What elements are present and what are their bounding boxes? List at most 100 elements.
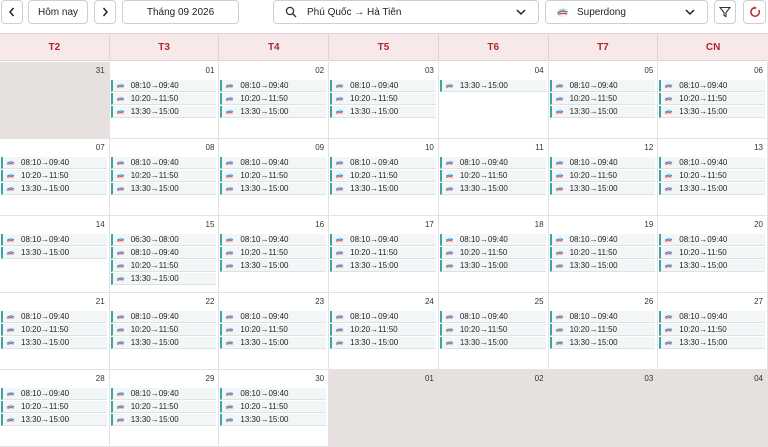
trip-item[interactable]: 08:10→09:40 (659, 234, 765, 246)
trip-item[interactable]: 10:20→11:50 (1, 324, 107, 336)
trip-item[interactable]: 13:30→15:00 (110, 414, 217, 426)
trip-item[interactable]: 08:10→09:40 (110, 311, 217, 323)
month-picker-button[interactable]: Tháng 09 2026 (122, 0, 239, 24)
trip-item[interactable]: 10:20→11:50 (110, 170, 217, 182)
calendar-day[interactable]: 03 08:10→09:40 10:20→11:50 13:30→15:00 (329, 62, 439, 139)
calendar-day[interactable]: 28 08:10→09:40 10:20→11:50 13:30→15:00 (0, 370, 110, 447)
prev-month-button[interactable] (1, 0, 23, 24)
trip-item[interactable]: 13:30→15:00 (1, 414, 107, 426)
calendar-day[interactable]: 21 08:10→09:40 10:20→11:50 13:30→15:00 (0, 293, 110, 370)
trip-item[interactable]: 08:10→09:40 (439, 234, 546, 246)
trip-item[interactable]: 08:10→09:40 (1, 388, 107, 400)
calendar-day-other-month[interactable]: 02 (438, 370, 549, 447)
trip-item[interactable]: 08:10→09:40 (1, 234, 107, 246)
calendar-day[interactable]: 27 08:10→09:40 10:20→11:50 13:30→15:00 (658, 293, 768, 370)
trip-item[interactable]: 08:10→09:40 (439, 157, 546, 169)
trip-item[interactable]: 10:20→11:50 (1, 401, 107, 413)
trip-item[interactable]: 08:10→09:40 (330, 80, 436, 92)
trip-item[interactable]: 08:10→09:40 (110, 388, 217, 400)
trip-item[interactable]: 13:30→15:00 (439, 80, 546, 92)
trip-item[interactable]: 13:30→15:00 (220, 337, 327, 349)
trip-item[interactable]: 13:30→15:00 (1, 247, 107, 259)
calendar-day[interactable]: 17 08:10→09:40 10:20→11:50 13:30→15:00 (329, 216, 439, 293)
trip-item[interactable]: 10:20→11:50 (330, 247, 436, 259)
calendar-day[interactable]: 10 08:10→09:40 10:20→11:50 13:30→15:00 (329, 139, 439, 216)
calendar-day[interactable]: 19 08:10→09:40 10:20→11:50 13:30→15:00 (548, 216, 659, 293)
trip-item[interactable]: 13:30→15:00 (439, 260, 546, 272)
trip-item[interactable]: 10:20→11:50 (1, 170, 107, 182)
trip-item[interactable]: 10:20→11:50 (220, 324, 327, 336)
calendar-day-other-month[interactable]: 03 (548, 370, 659, 447)
calendar-day[interactable]: 24 08:10→09:40 10:20→11:50 13:30→15:00 (329, 293, 439, 370)
trip-item[interactable]: 08:10→09:40 (659, 311, 765, 323)
trip-item[interactable]: 08:10→09:40 (220, 157, 327, 169)
trip-item[interactable]: 13:30→15:00 (220, 260, 327, 272)
calendar-day[interactable]: 12 08:10→09:40 10:20→11:50 13:30→15:00 (548, 139, 659, 216)
trip-item[interactable]: 13:30→15:00 (1, 337, 107, 349)
trip-item[interactable]: 10:20→11:50 (659, 93, 765, 105)
calendar-day[interactable]: 02 08:10→09:40 10:20→11:50 13:30→15:00 (219, 62, 330, 139)
calendar-day[interactable]: 25 08:10→09:40 10:20→11:50 13:30→15:00 (438, 293, 549, 370)
trip-item[interactable]: 08:10→09:40 (439, 311, 546, 323)
trip-item[interactable]: 13:30→15:00 (439, 337, 546, 349)
refresh-button[interactable] (743, 0, 766, 24)
trip-item[interactable]: 13:30→15:00 (330, 106, 436, 118)
trip-item[interactable]: 10:20→11:50 (110, 401, 217, 413)
trip-item[interactable]: 10:20→11:50 (110, 260, 217, 272)
next-month-button[interactable] (94, 0, 116, 24)
trip-item[interactable]: 13:30→15:00 (549, 260, 656, 272)
trip-item[interactable]: 13:30→15:00 (110, 337, 217, 349)
route-select[interactable]: Phú Quốc → Hà Tiên (273, 0, 539, 24)
trip-item[interactable]: 13:30→15:00 (110, 106, 217, 118)
trip-item[interactable]: 10:20→11:50 (549, 170, 656, 182)
calendar-day[interactable]: 05 08:10→09:40 10:20→11:50 13:30→15:00 (548, 62, 659, 139)
calendar-day[interactable]: 14 08:10→09:40 13:30→15:00 (0, 216, 110, 293)
trip-item[interactable]: 10:20→11:50 (110, 93, 217, 105)
trip-item[interactable]: 13:30→15:00 (549, 337, 656, 349)
calendar-day[interactable]: 07 08:10→09:40 10:20→11:50 13:30→15:00 (0, 139, 110, 216)
trip-item[interactable]: 13:30→15:00 (1, 183, 107, 195)
trip-item[interactable]: 13:30→15:00 (110, 273, 217, 285)
trip-item[interactable]: 08:10→09:40 (330, 234, 436, 246)
trip-item[interactable]: 13:30→15:00 (549, 106, 656, 118)
trip-item[interactable]: 13:30→15:00 (439, 183, 546, 195)
today-button[interactable]: Hôm nay (28, 0, 88, 24)
calendar-day[interactable]: 01 08:10→09:40 10:20→11:50 13:30→15:00 (109, 62, 220, 139)
filter-button[interactable] (714, 0, 736, 24)
trip-item[interactable]: 08:10→09:40 (549, 80, 656, 92)
trip-item[interactable]: 08:10→09:40 (110, 80, 217, 92)
trip-item[interactable]: 08:10→09:40 (549, 157, 656, 169)
trip-item[interactable]: 13:30→15:00 (110, 183, 217, 195)
trip-item[interactable]: 13:30→15:00 (330, 260, 436, 272)
trip-item[interactable]: 08:10→09:40 (220, 234, 327, 246)
calendar-day[interactable]: 30 08:10→09:40 10:20→11:50 13:30→15:00 (219, 370, 330, 447)
trip-item[interactable]: 08:10→09:40 (330, 157, 436, 169)
trip-item[interactable]: 10:20→11:50 (220, 401, 327, 413)
trip-item[interactable]: 10:20→11:50 (220, 93, 327, 105)
trip-item[interactable]: 08:10→09:40 (1, 311, 107, 323)
trip-item[interactable]: 08:10→09:40 (110, 247, 217, 259)
trip-item[interactable]: 10:20→11:50 (549, 324, 656, 336)
calendar-day-other-month[interactable]: 04 (658, 370, 768, 447)
trip-item[interactable]: 10:20→11:50 (549, 93, 656, 105)
trip-item[interactable]: 10:20→11:50 (330, 93, 436, 105)
calendar-day[interactable]: 26 08:10→09:40 10:20→11:50 13:30→15:00 (548, 293, 659, 370)
trip-item[interactable]: 13:30→15:00 (330, 337, 436, 349)
calendar-day[interactable]: 09 08:10→09:40 10:20→11:50 13:30→15:00 (219, 139, 330, 216)
calendar-day[interactable]: 20 08:10→09:40 10:20→11:50 13:30→15:00 (658, 216, 768, 293)
trip-item[interactable]: 10:20→11:50 (220, 247, 327, 259)
trip-item[interactable]: 08:10→09:40 (659, 157, 765, 169)
calendar-day[interactable]: 13 08:10→09:40 10:20→11:50 13:30→15:00 (658, 139, 768, 216)
trip-item[interactable]: 08:10→09:40 (549, 234, 656, 246)
calendar-day[interactable]: 08 08:10→09:40 10:20→11:50 13:30→15:00 (109, 139, 220, 216)
trip-item[interactable]: 10:20→11:50 (330, 324, 436, 336)
trip-item[interactable]: 13:30→15:00 (220, 106, 327, 118)
trip-item[interactable]: 13:30→15:00 (220, 414, 327, 426)
trip-item[interactable]: 10:20→11:50 (659, 247, 765, 259)
trip-item[interactable]: 10:20→11:50 (220, 170, 327, 182)
trip-item[interactable]: 10:20→11:50 (549, 247, 656, 259)
calendar-day[interactable]: 22 08:10→09:40 10:20→11:50 13:30→15:00 (109, 293, 220, 370)
trip-item[interactable]: 10:20→11:50 (439, 170, 546, 182)
trip-item[interactable]: 08:10→09:40 (549, 311, 656, 323)
trip-item[interactable]: 08:10→09:40 (1, 157, 107, 169)
